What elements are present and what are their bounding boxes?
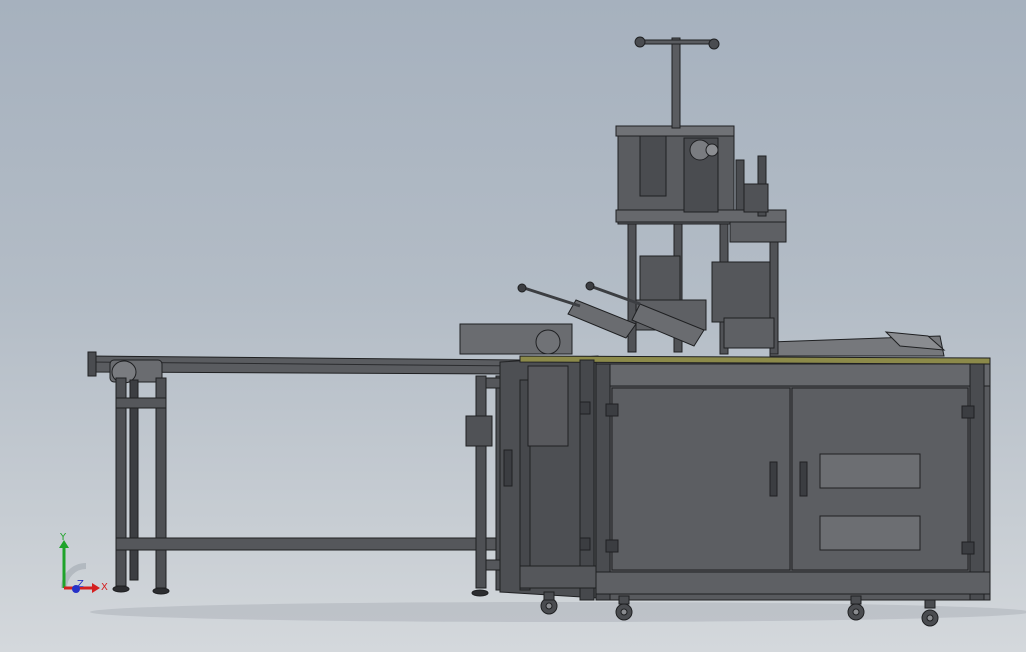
- x-axis-label: X: [101, 582, 108, 593]
- axis-triad: Y X Z: [59, 532, 108, 593]
- conveyor-leg: [155, 377, 167, 589]
- frame-post: [969, 363, 985, 601]
- frame-post: [595, 363, 611, 601]
- cabinet-door-left: [611, 387, 791, 571]
- floor-shadow: [90, 602, 1026, 622]
- machine-cabinet: [499, 355, 991, 601]
- cabinet-slot: [819, 453, 921, 489]
- cabinet-slot: [819, 515, 921, 551]
- door-handle: [769, 461, 778, 497]
- conveyor-assembly: [87, 351, 527, 597]
- y-axis-label: Y: [59, 532, 67, 543]
- door-handle: [799, 461, 808, 497]
- top-machinery: [459, 36, 946, 357]
- cad-viewport[interactable]: [0, 0, 1026, 652]
- top-mast: [671, 37, 681, 129]
- frame-post: [579, 359, 595, 601]
- control-box: [527, 365, 569, 447]
- conveyor-crossbar: [115, 537, 517, 551]
- z-axis-label: Z: [77, 579, 84, 590]
